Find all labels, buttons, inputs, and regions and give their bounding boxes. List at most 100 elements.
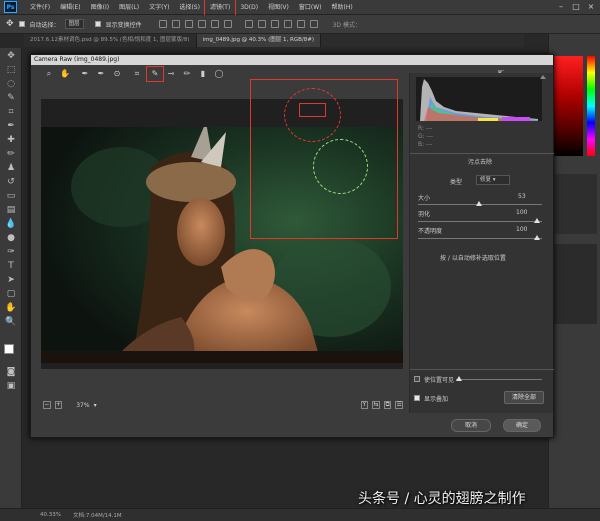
visualize-checkbox[interactable] (414, 376, 420, 382)
clipping-warning-icon[interactable] (540, 75, 546, 79)
zoom-dropdown-icon[interactable]: ▾ (94, 402, 97, 409)
menu-item-4[interactable]: 文字(Y) (144, 0, 174, 15)
graduated-filter-icon[interactable]: ▮ (195, 67, 211, 81)
overlay-checkbox[interactable] (414, 395, 420, 401)
menu-item-2[interactable]: 图像(I) (86, 0, 114, 15)
crop-tool-icon[interactable]: ⌗ (5, 106, 17, 118)
adjustment-brush-icon[interactable]: ✏ (179, 67, 195, 81)
menu-item-0[interactable]: 文件(F) (25, 0, 55, 15)
align-right-icon[interactable] (223, 20, 232, 28)
align-top-icon[interactable] (158, 20, 167, 28)
copy-icon[interactable]: ⧉ (383, 401, 392, 409)
size-label: 大小 (418, 195, 431, 202)
color-picker-field[interactable] (553, 56, 583, 156)
opacity-value[interactable]: 100 (516, 226, 527, 233)
zoom-tool-icon[interactable]: 🔍 (5, 316, 17, 328)
healing-icon[interactable]: ✚ (5, 134, 17, 146)
distribute-vcenter-icon[interactable] (257, 20, 266, 28)
screen-mode-icon[interactable]: ▣ (5, 380, 17, 392)
menu-item-1[interactable]: 编辑(E) (55, 0, 85, 15)
auto-select-checkbox[interactable] (18, 21, 25, 27)
blur-icon[interactable]: 💧 (5, 218, 17, 230)
brush-icon[interactable]: ✏ (5, 148, 17, 160)
zoom-icon[interactable]: ⌕ (41, 67, 57, 81)
path-select-icon[interactable]: ➤ (5, 274, 17, 286)
eyedropper-icon[interactable]: ✒ (5, 120, 17, 132)
eraser-icon[interactable]: ▭ (5, 190, 17, 202)
size-value[interactable]: 53 (518, 193, 526, 200)
spot-target-circle[interactable] (313, 139, 368, 194)
lasso-icon[interactable]: ◌ (5, 78, 17, 90)
settings-icon[interactable]: ☰ (395, 401, 404, 409)
feather-value[interactable]: 100 (516, 209, 527, 216)
radial-filter-icon[interactable]: ◯ (211, 67, 227, 81)
foreground-color-swatch[interactable] (4, 344, 14, 354)
history-brush-icon[interactable]: ↺ (5, 176, 17, 188)
size-slider-thumb[interactable] (476, 201, 482, 206)
align-bottom-icon[interactable] (184, 20, 193, 28)
overlay-label: 显示叠加 (424, 396, 449, 403)
dodge-icon[interactable]: ● (5, 232, 17, 244)
maximize-icon[interactable]: □ (571, 2, 581, 12)
red-eye-icon[interactable]: ⊸ (163, 67, 179, 81)
quick-mask-icon[interactable]: ◙ (5, 366, 17, 378)
menu-item-6[interactable]: 滤镜(T) (203, 0, 237, 16)
gradient-icon[interactable]: ▤ (5, 204, 17, 216)
stamp-icon[interactable]: ♟ (5, 162, 17, 174)
feather-slider-thumb[interactable] (534, 218, 540, 223)
opacity-slider[interactable] (418, 238, 542, 239)
visualize-slider[interactable] (456, 379, 542, 380)
hand-icon[interactable]: ✋ (57, 67, 73, 81)
tab-img[interactable]: img_0489.jpg @ 40.3% (图层 1, RGB/8#) (196, 34, 321, 47)
ok-button[interactable]: 确定 (503, 419, 541, 432)
distribute-right-icon[interactable] (309, 20, 318, 28)
zoom-in-button[interactable]: + (54, 401, 63, 409)
cancel-button[interactable]: 取消 (451, 419, 491, 432)
distribute-bottom-icon[interactable] (270, 20, 279, 28)
type-icon[interactable]: T (5, 260, 17, 272)
move-icon[interactable]: ✥ (5, 50, 17, 62)
white-balance-icon[interactable]: ✒ (77, 67, 93, 81)
quick-select-icon[interactable]: ✎ (5, 92, 17, 104)
marquee-icon[interactable]: ⬚ (5, 64, 17, 76)
move-tool-icon[interactable]: ✥ (6, 19, 14, 29)
image-preview[interactable] (41, 79, 403, 369)
divider (410, 153, 554, 154)
show-transform-checkbox[interactable] (94, 21, 101, 27)
type-dropdown[interactable]: 修复 ▾ (476, 175, 510, 185)
menu-item-5[interactable]: 选择(S) (174, 0, 205, 15)
visualize-slider-thumb[interactable] (456, 376, 462, 381)
close-icon[interactable]: × (586, 2, 596, 12)
distribute-hcenter-icon[interactable] (296, 20, 305, 28)
opacity-slider-thumb[interactable] (534, 235, 540, 240)
swap-icon[interactable]: ⇆ (372, 401, 380, 409)
zoom-level[interactable]: 37% (76, 402, 89, 409)
crop-icon[interactable]: ⌗ (129, 67, 145, 81)
menu-item-8[interactable]: 视图(V) (263, 0, 294, 15)
shape-icon[interactable]: ▢ (5, 288, 17, 300)
menu-items: 文件(F) 编辑(E) 图像(I) 图层(L) 文字(Y) 选择(S) 滤镜(T) 3D(D)… (25, 0, 358, 16)
status-zoom[interactable]: 40.33% (40, 512, 61, 518)
align-left-icon[interactable] (197, 20, 206, 28)
minimize-icon[interactable]: – (556, 2, 566, 12)
zoom-out-button[interactable]: − (43, 401, 51, 409)
pen-icon[interactable]: ✑ (5, 246, 17, 258)
auto-select-dropdown[interactable]: 图层 (64, 19, 84, 29)
targeted-adjust-icon[interactable]: ⊙ (109, 67, 125, 81)
hue-slider[interactable] (587, 56, 595, 156)
distribute-left-icon[interactable] (283, 20, 292, 28)
clear-all-button[interactable]: 清除全部 (504, 391, 544, 404)
tab-psd[interactable]: 2017.6.12素材调色.psd @ 89.5% (色相/饱和度 1, 图层蒙… (24, 34, 197, 47)
distribute-top-icon[interactable] (244, 20, 253, 28)
align-vcenter-icon[interactable] (171, 20, 180, 28)
spot-removal-icon[interactable]: ✎ (146, 66, 164, 82)
menu-item-7[interactable]: 3D(D) (235, 0, 263, 15)
y-compare-icon[interactable]: Y (360, 401, 369, 409)
menu-item-3[interactable]: 图层(L) (114, 0, 144, 15)
color-sampler-icon[interactable]: ✒ (93, 67, 109, 81)
hand-tool-icon[interactable]: ✋ (5, 302, 17, 314)
feather-slider[interactable] (418, 221, 542, 222)
menu-item-10[interactable]: 帮助(H) (327, 0, 358, 15)
align-hcenter-icon[interactable] (210, 20, 219, 28)
menu-item-9[interactable]: 窗口(W) (294, 0, 327, 15)
